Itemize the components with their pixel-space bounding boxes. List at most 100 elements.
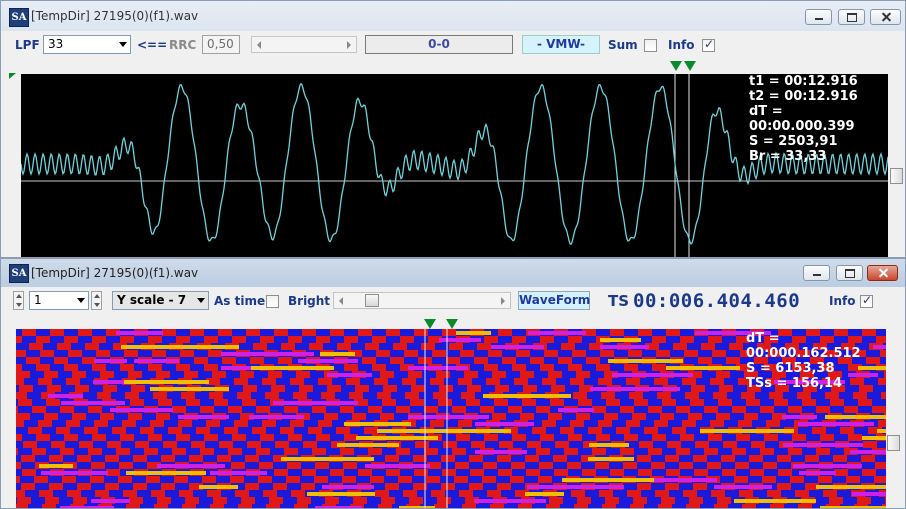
bitmap-cell xyxy=(210,427,225,435)
bitmap-cell xyxy=(235,490,250,498)
bitmap-cell xyxy=(536,448,551,456)
waveform-plot[interactable]: t1 = 00:12.916 t2 = 00:12.916 dT = 00:00… xyxy=(21,74,888,257)
bitmap-cell xyxy=(708,434,723,442)
bottom-horizontal-slider[interactable] xyxy=(333,292,511,309)
bitmap-cell xyxy=(62,476,77,484)
bitmap-streak xyxy=(356,436,438,440)
bitmap-cell xyxy=(256,448,271,456)
channel-select[interactable]: 1 xyxy=(29,291,89,310)
cursor-t2-marker-icon[interactable] xyxy=(684,61,696,71)
slider-thumb[interactable] xyxy=(365,294,379,307)
top-scroll-thumb[interactable] xyxy=(890,168,903,184)
top-minimize-button[interactable] xyxy=(805,9,832,25)
bitmap-cell xyxy=(285,385,300,393)
bitmap-cell xyxy=(438,448,453,456)
lpf-select[interactable]: 33 xyxy=(43,35,131,54)
cursor-a-marker-icon[interactable] xyxy=(424,319,436,329)
bottom-scroll-thumb[interactable] xyxy=(887,435,900,451)
bitmap-cell xyxy=(512,336,527,344)
as-time-label[interactable]: As time xyxy=(214,294,265,308)
bitmap-cell xyxy=(506,413,521,421)
bitmap-cell xyxy=(125,392,140,400)
bitmap-cell xyxy=(584,420,599,428)
bright-checkbox[interactable] xyxy=(266,295,279,308)
bitmap-cell xyxy=(415,441,430,449)
sum-checkbox[interactable] xyxy=(644,39,657,52)
cursor-b-marker-icon[interactable] xyxy=(446,319,458,329)
yscale-select[interactable]: Y scale - 7 xyxy=(112,291,209,310)
bitmap-cell xyxy=(396,399,411,407)
channel-spin-right[interactable] xyxy=(91,291,102,310)
bitmap-cell xyxy=(694,434,709,442)
bitmap-cell xyxy=(36,364,51,372)
cursor-t1-marker-icon[interactable] xyxy=(670,61,682,71)
vmw-mode-button[interactable]: - VMW- xyxy=(522,35,600,54)
apply-arrow-label[interactable]: <== xyxy=(137,38,167,52)
bitmap-cell xyxy=(157,497,172,505)
bitmap-cell xyxy=(318,378,333,386)
bitmap-cell xyxy=(511,483,526,491)
waveform-button[interactable]: WaveForm xyxy=(518,291,590,310)
bitmap-cell xyxy=(596,364,611,372)
top-time-ruler[interactable] xyxy=(9,65,889,71)
bitmap-cell xyxy=(523,385,538,393)
bitmap-cell xyxy=(374,378,389,386)
bitmap-cell xyxy=(494,406,509,414)
bitmap-cell xyxy=(848,469,863,477)
bottom-maximize-button[interactable] xyxy=(836,265,863,281)
bitmap-cell xyxy=(93,441,108,449)
rrc-input[interactable]: 0,50 xyxy=(202,35,240,54)
bitmap-cell xyxy=(441,483,456,491)
bitmap-cell xyxy=(478,371,493,379)
bottom-title-bar[interactable]: SA [TempDir] 27195(0)(f1).wav xyxy=(1,259,905,287)
bitmap-plot[interactable]: dT = 00:000.162.512 S = 6153,38 TSs = 15… xyxy=(16,329,886,508)
bitmap-cell xyxy=(577,497,592,505)
bitmap-cell xyxy=(16,364,23,372)
bottom-minimize-button[interactable] xyxy=(803,265,830,281)
bitmap-cell xyxy=(466,399,481,407)
bitmap-cell xyxy=(49,455,64,463)
bitmap-cell xyxy=(447,392,462,400)
top-vertical-scrollbar[interactable] xyxy=(889,74,904,257)
bitmap-cell xyxy=(135,441,150,449)
bitmap-cell xyxy=(656,350,671,358)
bottom-info-checkbox[interactable] xyxy=(860,293,873,308)
t2-readout: t2 = 00:12.916 xyxy=(749,89,858,104)
bitmap-cell xyxy=(273,462,288,470)
bitmap-cell xyxy=(49,483,64,491)
bitmap-cell xyxy=(662,406,677,414)
bitmap-cell xyxy=(512,469,527,477)
top-title-bar[interactable]: SA [TempDir] 27195(0)(f1).wav xyxy=(1,1,905,31)
bitmap-cell xyxy=(726,350,741,358)
bitmap-cell xyxy=(443,441,458,449)
bitmap-cell xyxy=(396,448,411,456)
bitmap-cell xyxy=(637,455,652,463)
bitmap-cell xyxy=(59,497,74,505)
bitmap-cell xyxy=(404,357,419,365)
bitmap-cell xyxy=(32,448,47,456)
bitmap-streak xyxy=(825,415,886,419)
bitmap-cell xyxy=(744,413,759,421)
bottom-vertical-scrollbar[interactable] xyxy=(886,329,901,508)
bitmap-cell xyxy=(675,497,690,505)
top-info-checkbox[interactable] xyxy=(702,37,715,52)
bitmap-cell xyxy=(587,392,602,400)
channel-spin-left[interactable] xyxy=(13,291,24,310)
top-horizontal-slider[interactable] xyxy=(251,36,357,53)
bitmap-cell xyxy=(314,476,329,484)
bitmap-cell xyxy=(705,385,720,393)
bitmap-cell xyxy=(232,434,247,442)
bitmap-cell xyxy=(112,427,127,435)
bitmap-cell xyxy=(612,378,627,386)
bitmap-cell xyxy=(416,420,431,428)
bitmap-cell xyxy=(120,364,135,372)
rrc-label: RRC xyxy=(169,38,197,52)
bottom-close-button[interactable] xyxy=(867,265,898,281)
start-marker-icon[interactable] xyxy=(9,73,16,79)
bitmap-cell xyxy=(497,483,512,491)
bitmap-streak xyxy=(475,450,527,454)
top-maximize-button[interactable] xyxy=(838,9,865,25)
bitmap-cell xyxy=(336,427,351,435)
top-close-button[interactable] xyxy=(870,9,901,25)
bitmap-cell xyxy=(438,399,453,407)
